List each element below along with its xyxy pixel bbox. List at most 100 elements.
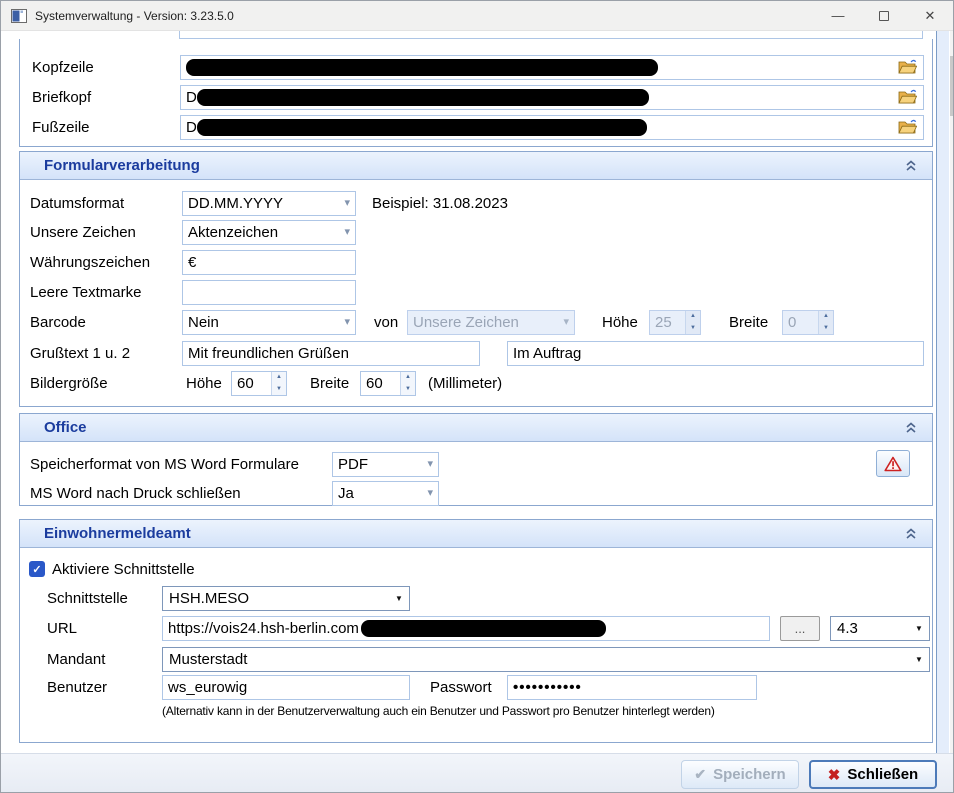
bilder-unit-label: (Millimeter) [428,375,502,392]
section-title: Office [44,419,87,436]
scrollbar-thumb[interactable] [950,56,954,116]
kopfzeile-input[interactable] [180,55,924,80]
group-briefpapier: Kopfzeile Briefkopf D [19,39,933,147]
grusstext1-input[interactable]: Mit freundlichen Grüßen [182,341,480,366]
bilder-breite-spinner[interactable]: 60 ▲ ▼ [360,371,416,396]
schnittstelle-combobox[interactable]: HSH.MESO ▼ [162,586,410,611]
unsere-zeichen-dropdown[interactable]: Aktenzeichen ▾ [182,220,356,245]
briefkopf-value-prefix: D [186,89,197,106]
spin-down-icon: ▼ [819,322,833,334]
passwort-input[interactable]: ••••••••••• [507,675,757,700]
version-combobox[interactable]: 4.3 ▼ [830,616,930,641]
section-title: Einwohnermeldeamt [44,525,191,542]
briefkopf-browse-button[interactable] [896,87,918,107]
datumsformat-dropdown[interactable]: DD.MM.YYYY ▾ [182,191,356,216]
close-icon: ✕ [925,8,936,24]
worddruck-label: MS Word nach Druck schließen [30,485,241,502]
spin-down-icon: ▼ [272,383,286,395]
leere-textmarke-input[interactable] [182,280,356,305]
spinner-buttons: ▲ ▼ [685,311,700,334]
url-input[interactable]: https://vois24.hsh-berlin.com [162,616,770,641]
systemverwaltung-window: Systemverwaltung - Version: 3.23.5.0 — ✕… [0,0,954,793]
chevron-down-icon: ▾ [427,488,433,499]
combo-arrow-icon: ▼ [909,617,929,640]
benutzer-label: Benutzer [47,679,107,696]
barcode-breite-spinner: 0 ▲ ▼ [782,310,834,335]
aktiviere-schnittstelle-label: Aktiviere Schnittstelle [52,561,195,578]
waehrungszeichen-input[interactable]: € [182,250,356,275]
url-browse-button[interactable]: ... [780,616,820,641]
check-icon: ✔ [694,766,706,783]
unsere-zeichen-label: Unsere Zeichen [30,224,136,241]
collapse-section-button[interactable] [902,157,920,175]
bilder-hoehe-spinner[interactable]: 60 ▲ ▼ [231,371,287,396]
mandant-combobox[interactable]: Musterstadt ▼ [162,647,930,672]
minimize-button[interactable]: — [815,1,861,30]
spin-up-icon: ▲ [272,372,286,384]
footer-bar: ✔ Speichern ✖ Schließen [1,753,953,792]
section-header-office[interactable]: Office [20,414,932,442]
spin-up-icon: ▲ [819,311,833,323]
grusstext-label: Grußtext 1 u. 2 [30,345,130,362]
speicherformat-dropdown[interactable]: PDF ▾ [332,452,439,477]
benutzer-value: ws_eurowig [168,679,247,696]
bilder-hoehe-value: 60 [232,372,271,395]
spinner-buttons[interactable]: ▲ ▼ [400,372,415,395]
barcode-breite-label: Breite [729,314,768,331]
kopfzeile-browse-button[interactable] [896,57,918,77]
folder-open-icon [898,119,917,135]
checkmark-icon: ✓ [32,563,41,576]
office-warning-button[interactable] [876,450,910,477]
right-scroll-strip[interactable] [936,31,949,753]
speicherformat-label: Speicherformat von MS Word Formulare [30,456,299,473]
worddruck-dropdown[interactable]: Ja ▾ [332,481,439,506]
dialog-content: Kopfzeile Briefkopf D [1,31,953,753]
collapse-chevrons-icon [905,422,917,434]
section-header-formularverarbeitung[interactable]: Formularverarbeitung [20,152,932,180]
spin-down-icon: ▼ [686,322,700,334]
url-redacted-value [361,620,606,637]
collapse-section-button[interactable] [902,525,920,543]
aktiviere-schnittstelle-checkbox[interactable]: ✓ [29,561,45,577]
kopfzeile-redacted-value [186,59,658,76]
maximize-button[interactable] [861,1,907,30]
browse-ellipsis-label: ... [795,621,806,636]
section-header-einwohnermeldeamt[interactable]: Einwohnermeldeamt [20,520,932,548]
bilder-breite-value: 60 [361,372,400,395]
cutoff-field-top [179,31,923,39]
schliessen-button-label: Schließen [847,766,918,783]
warning-triangle-icon [884,456,902,472]
spinner-buttons: ▲ ▼ [818,311,833,334]
barcode-dropdown[interactable]: Nein ▾ [182,310,356,335]
leere-textmarke-label: Leere Textmarke [30,284,141,301]
barcode-von-label: von [374,314,398,331]
barcode-hoehe-value: 25 [650,311,685,334]
chevron-down-icon: ▾ [427,459,433,470]
schnittstelle-label: Schnittstelle [47,590,128,607]
url-label: URL [47,620,77,637]
briefkopf-input[interactable]: D [180,85,924,110]
waehrungszeichen-label: Währungszeichen [30,254,150,271]
schliessen-button[interactable]: ✖ Schließen [809,760,937,789]
fusszeile-input[interactable]: D [180,115,924,140]
barcode-value: Nein [188,314,219,331]
benutzer-input[interactable]: ws_eurowig [162,675,410,700]
fusszeile-browse-button[interactable] [896,117,918,137]
grusstext2-input[interactable]: Im Auftrag [507,341,924,366]
close-button[interactable]: ✕ [907,1,953,30]
barcode-hoehe-label: Höhe [602,314,638,331]
chevron-down-icon: ▾ [344,317,350,328]
kopfzeile-label: Kopfzeile [32,59,94,76]
spin-up-icon: ▲ [401,372,415,384]
collapse-section-button[interactable] [902,419,920,437]
collapse-chevrons-icon [905,528,917,540]
window-scrollbar[interactable] [950,31,954,753]
titlebar: Systemverwaltung - Version: 3.23.5.0 — ✕ [1,1,953,31]
red-x-icon: ✖ [828,766,841,784]
minimize-icon: — [832,8,845,23]
version-value: 4.3 [831,620,909,637]
spin-down-icon: ▼ [401,383,415,395]
passwort-label: Passwort [430,679,492,696]
spinner-buttons[interactable]: ▲ ▼ [271,372,286,395]
group-formularverarbeitung: Formularverarbeitung Datumsformat DD.MM.… [19,151,933,407]
